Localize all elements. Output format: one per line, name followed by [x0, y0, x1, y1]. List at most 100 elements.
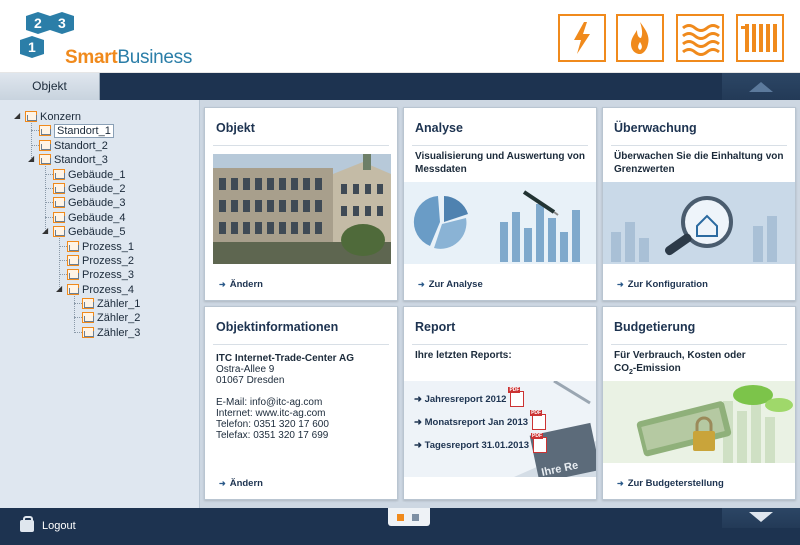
zur-konfiguration-link[interactable]: ➜ Zur Konfiguration — [617, 279, 708, 290]
divider — [213, 344, 389, 345]
tree-node-gebaeude-2[interactable]: Gebäude_2 — [53, 182, 126, 195]
monitoring-image — [603, 182, 795, 264]
tree-node-gebaeude-1[interactable]: Gebäude_1 — [53, 168, 126, 181]
page-dot[interactable] — [412, 514, 419, 521]
heating-button[interactable] — [736, 14, 784, 62]
tree-node-label: Standort_1 — [54, 123, 114, 138]
pdf-icon — [530, 410, 547, 430]
logout-label: Logout — [42, 520, 76, 532]
report-label: Jahresreport 2012 — [424, 393, 507, 405]
brand-name: SmartBusiness — [65, 47, 192, 69]
tree-node-prozess-3[interactable]: Prozess_3 — [67, 268, 134, 281]
card-title: Überwachung — [614, 121, 697, 135]
tree-line — [45, 217, 53, 218]
collapse-toggle-icon[interactable]: ◢ — [14, 111, 23, 120]
radiator-icon — [741, 24, 777, 52]
tree-node-label: Prozess_3 — [82, 268, 134, 281]
tree-line — [59, 274, 67, 275]
report-jahresreport[interactable]: ➜ Jahresreport 2012 — [414, 387, 525, 407]
object-tree: ◢ ◢ ◢ ◢ Konzern Standort_1 Standort_2 St… — [0, 100, 200, 508]
card-objektinformationen: Objektinformationen ITC Internet-Trade-C… — [204, 306, 398, 500]
folder-icon — [67, 255, 79, 266]
pdf-icon — [531, 433, 547, 453]
folder-icon — [67, 269, 79, 280]
address-city: 01067 Dresden — [216, 375, 285, 386]
budget-desc-line1: Für Verbrauch, Kosten oder — [614, 350, 746, 361]
tree-line — [74, 317, 82, 318]
tree-line — [74, 332, 82, 333]
waves-icon — [682, 24, 720, 56]
tree-node-standort-3[interactable]: Standort_3 — [39, 153, 108, 166]
tree-node-zaehler-1[interactable]: Zähler_1 — [82, 297, 140, 310]
collapse-toggle-icon[interactable]: ◢ — [56, 284, 65, 293]
logout-button[interactable]: Logout — [20, 516, 76, 532]
tree-line — [59, 246, 67, 247]
tree-node-label: Standort_2 — [54, 139, 108, 152]
tree-node-label: Gebäude_3 — [68, 196, 126, 209]
folder-icon — [67, 284, 79, 295]
card-description: Visualisierung und Auswertung von Messda… — [415, 151, 586, 175]
zur-budgeterstellung-link[interactable]: ➜ Zur Budgeterstellung — [617, 478, 724, 489]
app-footer: Logout — [0, 502, 800, 545]
objektinfo-aendern-link[interactable]: ➜ Ändern — [219, 478, 263, 489]
tab-bar: Objekt — [0, 73, 800, 100]
collapse-toggle-icon[interactable]: ◢ — [28, 154, 37, 163]
tree-node-label: Zähler_1 — [97, 297, 141, 310]
card-description: Ihre letzten Reports: — [415, 350, 512, 361]
folder-icon — [67, 241, 79, 252]
report-tagesreport[interactable]: ➜ Tagesreport 31.01.2013 — [414, 433, 547, 453]
company-name: ITC Internet-Trade-Center AG — [216, 353, 354, 364]
tree-node-standort-2[interactable]: Standort_2 — [39, 139, 108, 152]
app-header: 2 3 1 SmartBusiness — [0, 0, 800, 73]
card-title: Budgetierung — [614, 320, 696, 334]
address-street: Ostra-Allee 9 — [216, 364, 275, 375]
tree-node-gebaeude-5[interactable]: Gebäude_5 — [53, 225, 126, 238]
folder-icon — [53, 183, 65, 194]
tree-node-label: Gebäude_5 — [68, 225, 126, 238]
folder-icon — [53, 212, 65, 223]
tree-node-standort-1[interactable]: Standort_1 — [39, 123, 114, 138]
tree-node-gebaeude-3[interactable]: Gebäude_3 — [53, 196, 126, 209]
link-label: Zur Analyse — [428, 279, 483, 290]
tree-node-label: Zähler_3 — [97, 326, 141, 339]
tab-objekt[interactable]: Objekt — [0, 73, 100, 100]
heat-button[interactable] — [676, 14, 724, 62]
contact-fax: Telefax: 0351 320 17 699 — [216, 430, 329, 441]
folder-icon — [82, 312, 94, 323]
arrow-right-icon: ➜ — [617, 479, 624, 488]
scroll-up-button[interactable] — [722, 73, 800, 100]
tree-node-zaehler-2[interactable]: Zähler_2 — [82, 311, 140, 324]
contact-phone: Telefon: 0351 320 17 600 — [216, 419, 329, 430]
page-dot-active[interactable] — [397, 514, 404, 521]
report-label: Tagesreport 31.01.2013 — [424, 439, 529, 451]
tree-node-label: Standort_3 — [54, 153, 108, 166]
card-budgetierung: Budgetierung Für Verbrauch, Kosten oder C… — [602, 306, 796, 500]
tree-node-label: Gebäude_2 — [68, 182, 126, 195]
logo-number-3: 3 — [58, 15, 66, 31]
tree-node-gebaeude-4[interactable]: Gebäude_4 — [53, 211, 126, 224]
arrow-right-icon: ➜ — [414, 416, 422, 428]
zur-analyse-link[interactable]: ➜ Zur Analyse — [418, 279, 483, 290]
link-label: Zur Budgeterstellung — [627, 478, 724, 489]
objekt-aendern-link[interactable]: ➜ Ändern — [219, 279, 263, 290]
scroll-down-button[interactable] — [722, 508, 800, 528]
card-report: Report Ihre letzten Reports: Ihre Re ➜ J… — [403, 306, 601, 500]
budget-desc-rest: -Emission — [632, 363, 681, 374]
report-monatsreport[interactable]: ➜ Monatsreport Jan 2013 — [414, 410, 547, 430]
brand-name-smart: Smart — [65, 47, 118, 68]
tree-node-prozess-4[interactable]: Prozess_4 — [67, 283, 134, 296]
contact-email: E-Mail: info@itc-ag.com — [216, 397, 323, 408]
chevron-up-icon — [749, 82, 773, 92]
tree-node-prozess-1[interactable]: Prozess_1 — [67, 240, 134, 253]
folder-icon — [39, 140, 51, 151]
divider — [611, 344, 787, 345]
link-label: Ändern — [229, 478, 263, 489]
tree-node-zaehler-3[interactable]: Zähler_3 — [82, 326, 140, 339]
tree-node-prozess-2[interactable]: Prozess_2 — [67, 254, 134, 267]
collapse-toggle-icon[interactable]: ◢ — [42, 226, 51, 235]
electricity-button[interactable] — [558, 14, 606, 62]
divider — [412, 145, 588, 146]
flame-icon — [631, 22, 649, 54]
tree-node-konzern[interactable]: Konzern — [25, 110, 81, 123]
gas-button[interactable] — [616, 14, 664, 62]
